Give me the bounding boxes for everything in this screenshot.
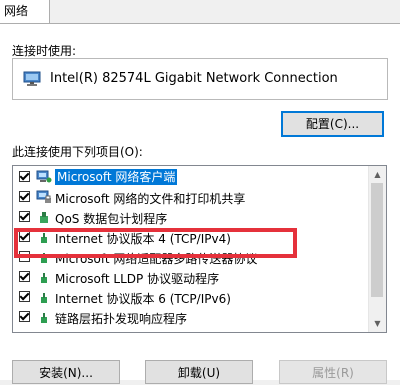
- item-label: Internet 协议版本 6 (TCP/IPv6): [55, 292, 231, 306]
- item-checkbox[interactable]: [19, 171, 30, 182]
- list-item[interactable]: QoS 数据包计划程序: [13, 208, 368, 227]
- item-checkbox[interactable]: [19, 251, 30, 262]
- components-list[interactable]: Microsoft 网络客户端 Microsoft 网络的文件和打印机共享 QoS …: [12, 165, 387, 333]
- item-checkbox[interactable]: [19, 211, 30, 222]
- item-label: QoS 数据包计划程序: [55, 212, 168, 226]
- adapter-box: Intel(R) 82574L Gigabit Network Connecti…: [12, 58, 388, 100]
- item-label: Microsoft LLDP 协议驱动程序: [55, 272, 220, 286]
- configure-button[interactable]: 配置(C)...: [281, 111, 384, 137]
- item-checkbox[interactable]: [19, 271, 30, 282]
- list-item[interactable]: 链路层拓扑发现响应程序: [13, 308, 368, 327]
- network-client-icon: [36, 170, 52, 184]
- properties-button[interactable]: 属性(R): [279, 360, 387, 384]
- protocol-icon: [36, 230, 52, 244]
- list-item[interactable]: Microsoft 网络适配器多路传送器协议: [13, 248, 368, 267]
- protocol-icon: [36, 250, 52, 264]
- list-scrollbar[interactable]: ▲ ▼: [368, 166, 386, 332]
- list-item[interactable]: Microsoft 网络客户端: [13, 168, 368, 187]
- protocol-icon: [36, 310, 52, 324]
- item-label: 链路层拓扑发现响应程序: [55, 312, 188, 326]
- item-checkbox[interactable]: [19, 231, 30, 242]
- tab-networking[interactable]: 网络: [0, 0, 50, 24]
- scroll-down-icon[interactable]: ▼: [369, 315, 386, 332]
- install-button[interactable]: 安装(N)...: [12, 360, 120, 384]
- item-label: Microsoft 网络客户端: [55, 169, 178, 185]
- protocol-icon: [36, 290, 52, 304]
- list-item[interactable]: Internet 协议版本 4 (TCP/IPv4): [13, 228, 368, 247]
- list-item[interactable]: Microsoft LLDP 协议驱动程序: [13, 268, 368, 287]
- item-label: Microsoft 网络适配器多路传送器协议: [55, 252, 258, 266]
- scroll-thumb[interactable]: [371, 183, 383, 297]
- item-checkbox[interactable]: [19, 311, 30, 322]
- adapter-name: Intel(R) 82574L Gigabit Network Connecti…: [50, 71, 338, 86]
- file-print-sharing-icon: [36, 190, 52, 204]
- list-item[interactable]: Internet 协议版本 6 (TCP/IPv6): [13, 288, 368, 307]
- item-checkbox[interactable]: [19, 291, 30, 302]
- protocol-icon: [36, 270, 52, 284]
- uninstall-button[interactable]: 卸载(U): [145, 360, 253, 384]
- list-item[interactable]: Microsoft 网络的文件和打印机共享: [13, 188, 368, 207]
- scroll-up-icon[interactable]: ▲: [369, 166, 386, 183]
- item-label: Microsoft 网络的文件和打印机共享: [55, 192, 246, 206]
- qos-icon: [36, 210, 52, 224]
- items-label: 此连接使用下列项目(O):: [12, 145, 143, 159]
- item-checkbox[interactable]: [19, 191, 30, 202]
- item-label: Internet 协议版本 4 (TCP/IPv4): [55, 232, 231, 246]
- connect-using-label: 连接时使用:: [12, 44, 77, 58]
- network-adapter-icon: [23, 71, 41, 86]
